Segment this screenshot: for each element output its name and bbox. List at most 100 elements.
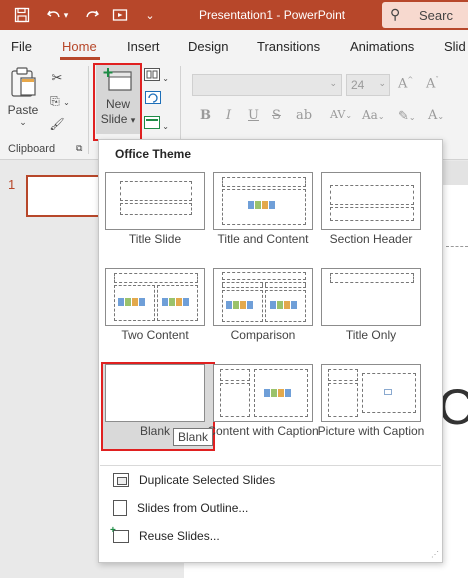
title-bar: ▾ ⌄ Presentation1 - PowerPoint ⚲ Searc xyxy=(0,0,468,30)
layout-label: Comparison xyxy=(230,328,296,342)
resize-grip-icon[interactable]: ⋰ xyxy=(431,550,439,559)
layout-thumbnail xyxy=(321,268,421,326)
tab-slideshow[interactable]: Slid xyxy=(444,39,466,54)
reuse-slides-item[interactable]: + Reuse Slides... xyxy=(110,524,220,546)
layout-label: Title Slide xyxy=(128,232,182,246)
layout-label: Content with Caption xyxy=(207,424,319,438)
layout-label: Title Only xyxy=(345,328,397,342)
redo-icon[interactable] xyxy=(82,5,102,25)
layout-content-with-caption[interactable]: Content with Caption xyxy=(207,364,319,444)
layout-thumbnail xyxy=(213,364,313,422)
slide-number: 1 xyxy=(8,177,16,192)
clipboard-group-label: Clipboard xyxy=(8,143,56,155)
content-icons xyxy=(226,301,256,311)
layout-title-and-content[interactable]: Title and Content xyxy=(213,172,313,252)
paste-label: Paste xyxy=(7,103,39,117)
tab-design[interactable]: Design xyxy=(188,39,228,54)
font-color-icon[interactable]: A⌄ xyxy=(428,108,444,123)
tab-file[interactable]: File xyxy=(11,39,32,54)
new-slide-highlight xyxy=(93,63,142,141)
copy-icon[interactable]: ⎘ ⌄ xyxy=(48,94,72,112)
save-icon[interactable] xyxy=(12,5,32,25)
placeholder xyxy=(330,273,414,283)
start-from-beginning-icon[interactable] xyxy=(110,5,130,25)
clipboard-icon xyxy=(11,67,36,97)
duplicate-selected-slides-item[interactable]: Duplicate Selected Slides xyxy=(113,470,275,490)
bold-icon[interactable]: B xyxy=(200,108,211,123)
decrease-font-icon[interactable]: Aˇ xyxy=(426,76,439,91)
layout-icon[interactable]: ⌄ xyxy=(144,68,172,84)
cut-icon[interactable]: ✂ xyxy=(48,70,66,88)
section-icon[interactable]: ⌄ xyxy=(144,116,172,132)
menu-item-label: Slides from Outline... xyxy=(137,501,249,515)
tab-animations[interactable]: Animations xyxy=(350,39,414,54)
layout-picture-with-caption[interactable]: Picture with Caption xyxy=(318,364,424,444)
clipboard-launcher-icon[interactable]: ⧉ xyxy=(76,143,82,154)
outline-document-icon xyxy=(113,500,127,516)
new-slide-gallery: Office Theme Title Slide Title and Conte… xyxy=(98,139,443,563)
content-icons xyxy=(248,201,278,211)
menu-item-label: Reuse Slides... xyxy=(139,529,220,543)
layout-tooltip: Blank xyxy=(173,428,214,446)
reuse-plus-icon: + xyxy=(110,524,116,536)
placeholder xyxy=(222,177,306,187)
tab-home[interactable]: Home xyxy=(62,39,97,54)
shadow-icon[interactable]: ab xyxy=(296,108,312,123)
tab-insert[interactable]: Insert xyxy=(127,39,160,54)
layout-thumbnail xyxy=(105,172,205,230)
layout-comparison[interactable]: Comparison xyxy=(213,268,313,348)
reset-icon[interactable] xyxy=(144,91,162,107)
menu-divider xyxy=(100,465,441,466)
placeholder xyxy=(328,369,358,381)
placeholder xyxy=(328,383,358,417)
customize-toolbar-icon[interactable]: ⌄ xyxy=(140,5,160,25)
layout-thumbnail xyxy=(105,364,205,422)
layout-label: Section Header xyxy=(329,232,413,246)
slide-thumbnails-pane xyxy=(0,161,100,578)
undo-dropdown-icon[interactable]: ▾ xyxy=(60,5,72,25)
character-spacing-icon[interactable]: AV⌄ xyxy=(330,108,352,121)
duplicate-inner-icon xyxy=(117,477,127,485)
content-icons xyxy=(162,298,192,308)
increase-font-icon[interactable]: A^ xyxy=(398,76,413,91)
layout-section-header[interactable]: Section Header xyxy=(321,172,421,252)
slide-thumbnail[interactable] xyxy=(26,175,102,217)
underline-icon[interactable]: U xyxy=(248,108,259,123)
placeholder xyxy=(222,282,263,288)
font-size-field[interactable]: 24 ⌄ xyxy=(346,74,390,96)
font-name-dropdown-icon: ⌄ xyxy=(329,78,337,88)
content-icons xyxy=(118,298,148,308)
format-painter-icon[interactable]: 🖌 xyxy=(48,117,66,135)
font-size-value: 24 xyxy=(351,78,365,92)
strikethrough-icon[interactable]: S xyxy=(272,108,281,123)
layout-title-slide[interactable]: Title Slide xyxy=(105,172,205,252)
duplicate-slides-icon xyxy=(113,473,129,487)
layout-label: Two Content xyxy=(121,328,189,342)
layout-two-content[interactable]: Two Content xyxy=(105,268,205,348)
layout-thumbnail xyxy=(105,268,205,326)
picture-icon xyxy=(384,389,392,395)
paste-button[interactable]: Paste ⌄ xyxy=(6,66,40,132)
ribbon-divider xyxy=(88,66,89,154)
search-icon: ⚲ xyxy=(390,6,401,22)
placeholder xyxy=(220,369,250,381)
layout-label: Title and Content xyxy=(217,232,309,246)
placeholder xyxy=(120,181,192,201)
change-case-icon[interactable]: Aa⌄ xyxy=(362,108,385,122)
tab-transitions[interactable]: Transitions xyxy=(257,39,320,54)
paste-dropdown-icon: ⌄ xyxy=(19,117,27,127)
search-box[interactable]: ⚲ Searc xyxy=(382,2,468,28)
layout-thumbnail xyxy=(213,172,313,230)
layout-thumbnail xyxy=(321,364,421,422)
placeholder xyxy=(222,272,306,280)
placeholder xyxy=(330,207,414,221)
italic-icon[interactable]: I xyxy=(226,108,231,123)
placeholder xyxy=(330,185,414,205)
font-name-field[interactable]: ⌄ xyxy=(192,74,342,96)
placeholder xyxy=(220,383,250,417)
slides-from-outline-item[interactable]: Slides from Outline... xyxy=(113,498,248,518)
content-icons xyxy=(270,301,300,311)
layout-title-only[interactable]: Title Only xyxy=(321,268,421,348)
placeholder xyxy=(265,282,306,288)
highlight-color-icon[interactable]: ✎⌄ xyxy=(398,108,416,124)
